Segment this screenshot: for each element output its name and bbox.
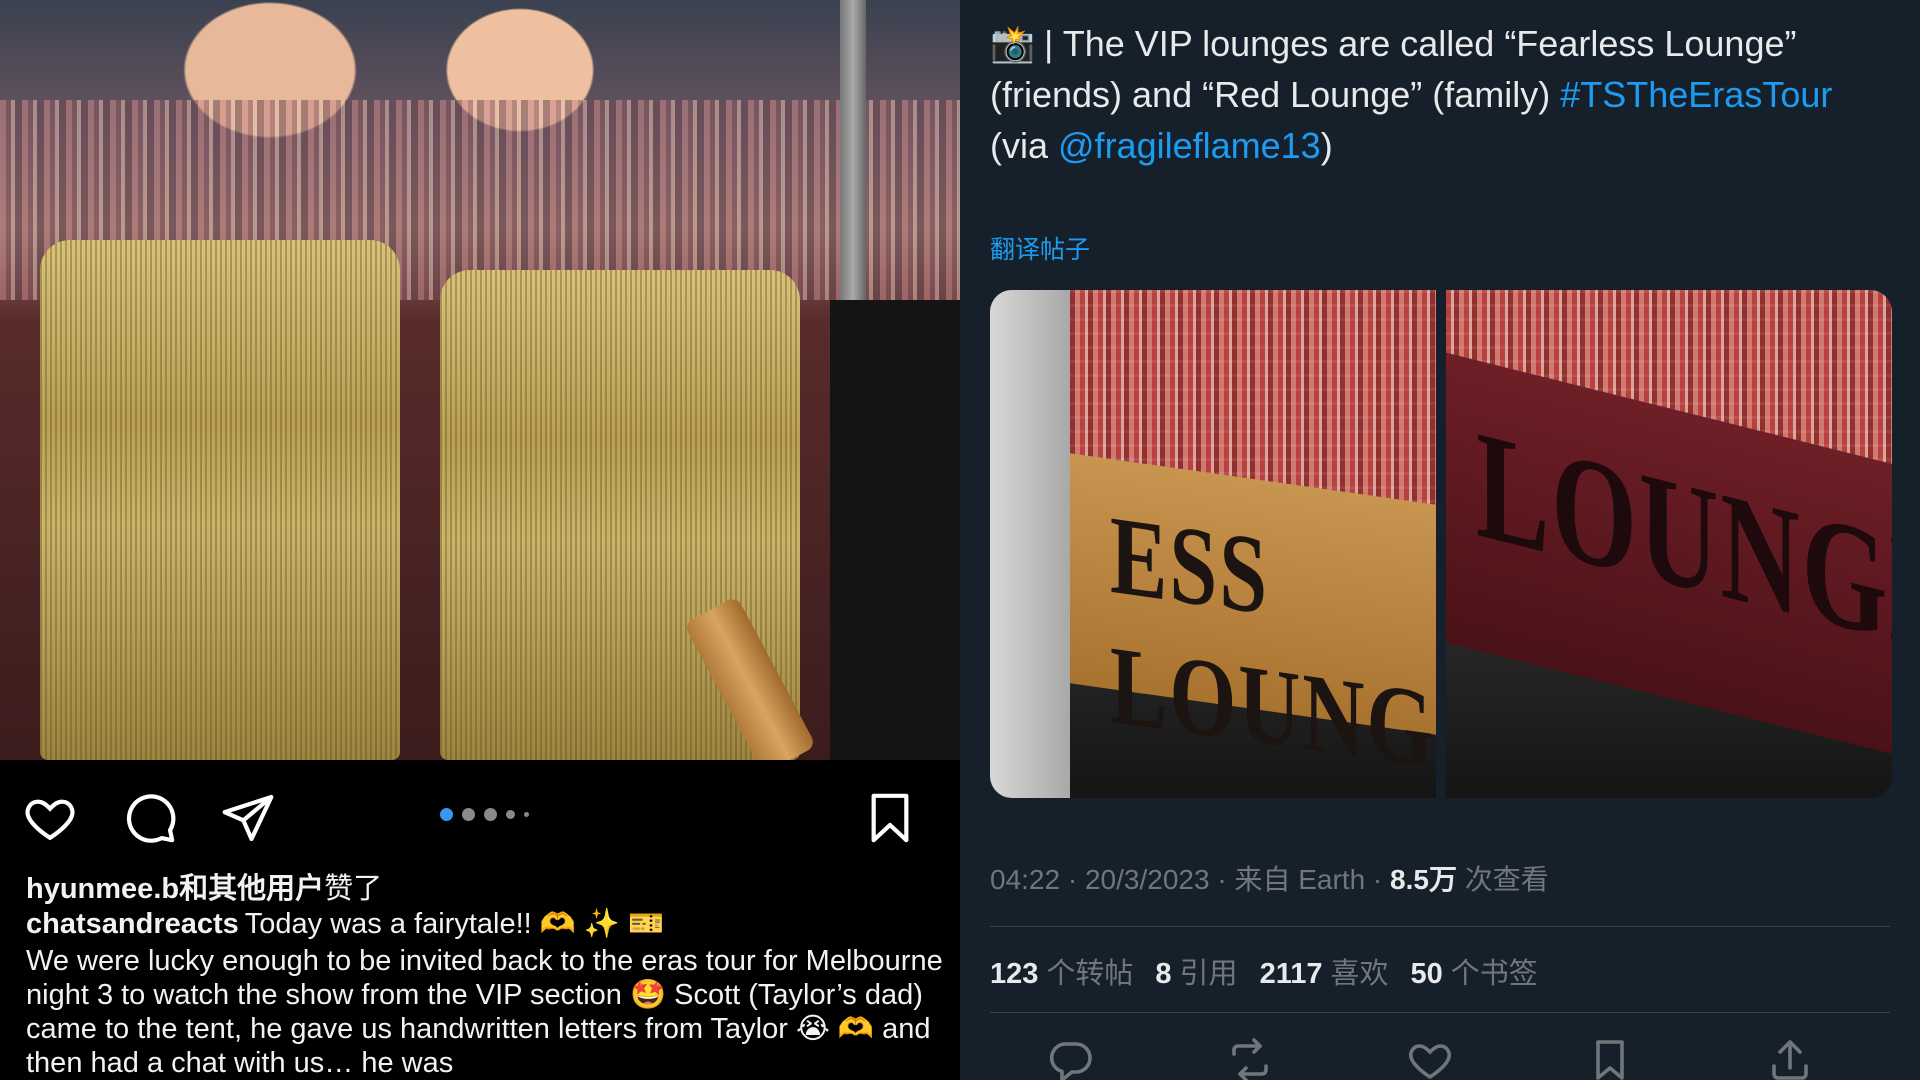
likes-count: 2117 [1259, 958, 1323, 990]
share-icon[interactable] [220, 790, 276, 846]
post-action-bar [0, 772, 960, 860]
meta-separator: · [1060, 864, 1085, 895]
camera-flash-emoji: 📸 [990, 23, 1035, 64]
bookmark-icon[interactable] [1586, 1036, 1634, 1080]
instagram-post: hyunmee.b和其他用户赞了 chatsandreacts Today was… [0, 0, 960, 1080]
bookmarks-label: 个书签 [1450, 958, 1538, 990]
like-icon[interactable] [1406, 1036, 1454, 1080]
tweet-stats: 123 个转帖 8 引用 2117 喜欢 50 个书签 [990, 950, 1538, 992]
reply-icon[interactable] [1046, 1036, 1094, 1080]
caption-username[interactable]: chatsandreacts [26, 908, 239, 940]
heart-icon[interactable] [22, 790, 78, 846]
views-count: 8.5万 [1390, 864, 1457, 895]
post-photo[interactable] [0, 0, 960, 760]
carousel-dot [484, 808, 497, 821]
views-label: 次查看 [1464, 864, 1549, 895]
tweet-action-bar [990, 1036, 1890, 1080]
tweet-via-prefix: (via [990, 125, 1059, 166]
retweets-label: 个转帖 [1046, 958, 1134, 990]
tweet-source: 来自 Earth [1234, 864, 1366, 895]
tweet-image-fearless-lounge[interactable]: ESS LOUNGE [990, 290, 1436, 798]
hashtag-link[interactable]: #TSTheErasTour [1560, 74, 1832, 115]
comment-icon[interactable] [122, 790, 178, 846]
bookmarks-stat[interactable]: 50 个书签 [1411, 950, 1538, 992]
share-icon[interactable] [1766, 1036, 1814, 1080]
mention-link[interactable]: @fragileflame13 [1058, 125, 1321, 166]
likes-label: 喜欢 [1330, 958, 1389, 990]
carousel-dot [524, 812, 529, 817]
liked-by-tail: 赞了 [324, 873, 383, 905]
caption-first-line: chatsandreacts Today was a fairytale!! 🫶 … [26, 907, 946, 942]
carousel-dot [462, 808, 475, 821]
liked-by-user[interactable]: hyunmee.b [26, 873, 179, 905]
retweet-icon[interactable] [1226, 1036, 1274, 1080]
retweets-stat[interactable]: 123 个转帖 [990, 950, 1133, 992]
tweet-meta: 04:22 · 20/3/2023 · 来自 Earth · 8.5万 次查看 [990, 858, 1549, 898]
banner-text: ESS LOUNGE [1110, 491, 1436, 798]
tweet-date[interactable]: 20/3/2023 [1085, 864, 1210, 895]
meta-separator: · [1365, 864, 1391, 895]
carousel-dot [506, 810, 515, 819]
translate-post-link[interactable]: 翻译帖子 [990, 230, 1090, 266]
tweet-detail: 📸 | The VIP lounges are called “Fearless… [960, 0, 1920, 1080]
meta-separator: · [1209, 864, 1235, 895]
tent-wall [990, 290, 1070, 798]
quotes-count: 8 [1155, 958, 1172, 990]
caption-body: We were lucky enough to be invited back … [26, 945, 943, 1079]
tweet-image-red-lounge[interactable]: LOUNGE [1446, 290, 1892, 798]
gold-fringe-dress-left [40, 240, 400, 760]
tent-wall [830, 300, 960, 760]
caption-headline: Today was a fairytale!! 🫶 ✨ 🎫 [244, 908, 665, 940]
liked-by-line: hyunmee.b和其他用户赞了 [26, 872, 946, 907]
quotes-stat[interactable]: 8 引用 [1155, 950, 1237, 992]
divider [990, 1012, 1890, 1013]
retweets-count: 123 [990, 958, 1039, 990]
quotes-label: 引用 [1179, 958, 1238, 990]
bookmark-icon[interactable] [862, 790, 918, 846]
carousel-indicator [440, 808, 529, 821]
likes-stat[interactable]: 2117 喜欢 [1260, 950, 1389, 992]
tweet-via-suffix: ) [1320, 125, 1333, 166]
liked-by-others[interactable]: 和其他用户 [179, 873, 324, 905]
tweet-text: 📸 | The VIP lounges are called “Fearless… [990, 18, 1900, 171]
tweet-media-grid: ESS LOUNGE LOUNGE [990, 290, 1892, 798]
divider [990, 926, 1890, 927]
bookmarks-count: 50 [1410, 958, 1443, 990]
post-text: hyunmee.b和其他用户赞了 chatsandreacts Today was… [26, 872, 946, 1080]
tweet-time[interactable]: 04:22 [990, 864, 1060, 895]
carousel-dot [440, 808, 453, 821]
